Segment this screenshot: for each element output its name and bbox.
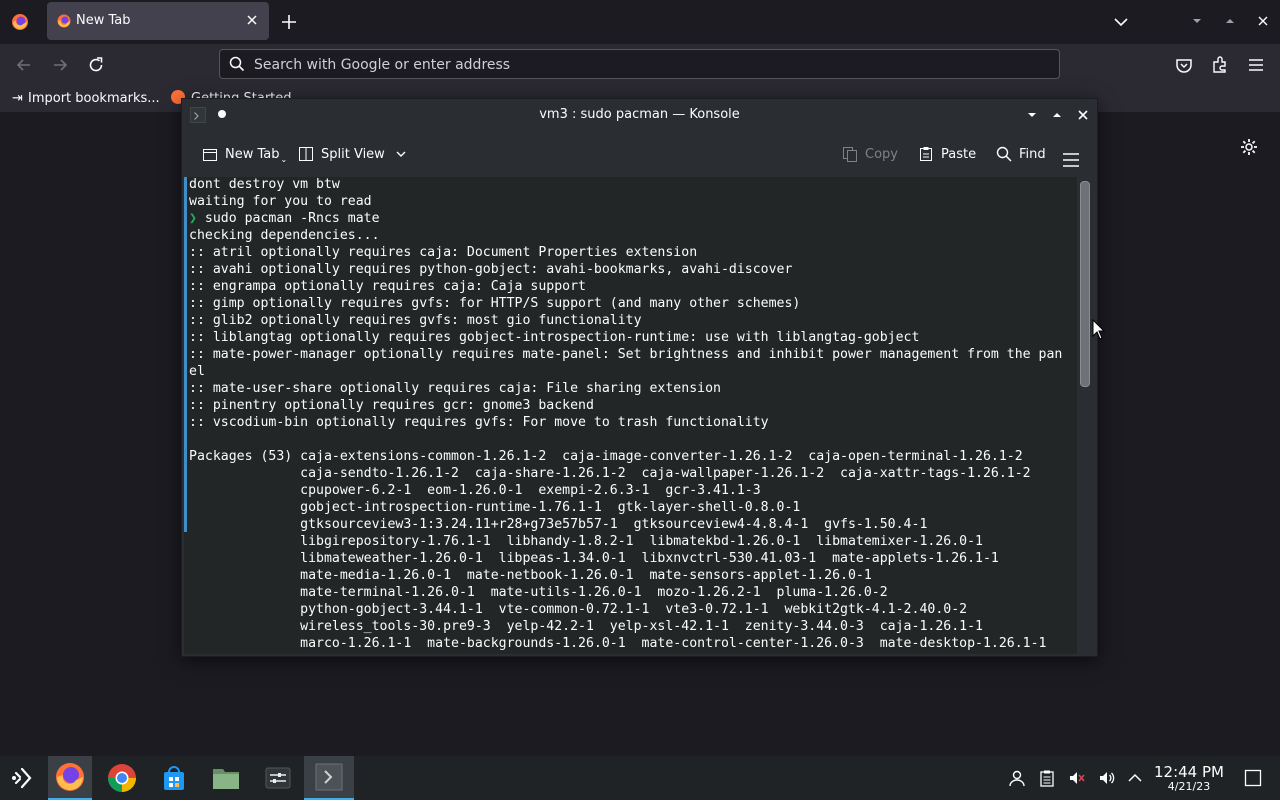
close-window-icon[interactable] — [1256, 14, 1270, 28]
clipboard-icon[interactable] — [1038, 769, 1056, 787]
taskbar-file-manager[interactable] — [204, 756, 248, 800]
clock-date[interactable]: 4/21/23 — [1149, 780, 1229, 793]
copy-label: Copy — [865, 146, 898, 162]
terminal-scrollbar-thumb[interactable] — [1080, 181, 1090, 387]
browser-tab-new-tab[interactable]: New Tab — [47, 2, 269, 40]
forward-arrow-icon[interactable] — [50, 55, 70, 75]
terminal-command: sudo pacman -Rncs mate — [196, 211, 380, 226]
mouse-cursor-icon — [1092, 319, 1106, 340]
application-launcher[interactable] — [0, 756, 44, 800]
chevron-down-icon[interactable] — [1112, 13, 1130, 31]
maximize-icon[interactable] — [1049, 107, 1065, 123]
tab-title: New Tab — [76, 13, 131, 28]
folder-icon — [213, 769, 239, 789]
hamburger-menu-icon[interactable] — [1246, 55, 1266, 75]
show-desktop-icon[interactable] — [1244, 769, 1262, 787]
find-icon — [996, 146, 1012, 162]
volume-icon[interactable] — [1098, 769, 1116, 787]
plus-icon[interactable] — [280, 13, 298, 31]
terminal-selection-marker — [184, 177, 187, 532]
split-view-label: Split View — [321, 146, 385, 162]
url-input[interactable] — [252, 53, 1046, 77]
application-launcher-icon — [12, 767, 32, 789]
reload-icon[interactable] — [86, 55, 106, 75]
taskbar-firefox[interactable] — [48, 756, 92, 800]
dropdown-corner-icon: ⌄ — [280, 154, 288, 164]
konsole-window-title: vm3 : sudo pacman — Konsole — [539, 107, 740, 122]
minimize-icon[interactable] — [1024, 107, 1040, 123]
clock-time[interactable]: 12:44 PM — [1149, 763, 1229, 781]
maximize-window-icon[interactable] — [1223, 14, 1237, 28]
find-button[interactable]: Find — [996, 140, 1046, 168]
split-view-button[interactable]: Split View — [298, 140, 407, 168]
mute-icon[interactable] — [1068, 769, 1086, 787]
taskbar-discover[interactable] — [152, 756, 196, 800]
import-icon: ⇥ — [12, 91, 23, 106]
split-view-icon — [299, 147, 313, 161]
store-icon — [164, 766, 184, 790]
gear-icon[interactable] — [1239, 137, 1259, 157]
taskbar-system-settings[interactable] — [256, 756, 300, 800]
browser-navigation-bar — [0, 44, 1280, 86]
konsole-toolbar: New Tab ⌄ Split View Copy Paste Find — [182, 133, 1097, 175]
search-icon — [229, 56, 245, 72]
taskbar-konsole[interactable] — [304, 756, 354, 800]
settings-icon — [265, 767, 291, 789]
terminal-output[interactable]: dont destroy vm btw waiting for you to r… — [189, 177, 1062, 652]
firefox-icon — [57, 14, 71, 28]
chevron-up-icon[interactable] — [1126, 769, 1144, 787]
copy-icon — [843, 147, 857, 162]
paste-button[interactable]: Paste — [918, 140, 976, 168]
back-arrow-icon[interactable] — [14, 55, 34, 75]
close-icon[interactable] — [1075, 107, 1091, 123]
hamburger-menu-icon[interactable] — [1062, 146, 1080, 174]
chrome-icon — [108, 764, 136, 792]
bookmark-import-label: Import bookmarks... — [28, 91, 160, 106]
chevron-down-icon — [396, 151, 406, 157]
terminal-view[interactable]: dont destroy vm btw waiting for you to r… — [184, 177, 1077, 654]
new-tab-label: New Tab — [225, 146, 280, 162]
firefox-icon[interactable] — [11, 13, 29, 31]
terminal-pre-lines: dont destroy vm btw waiting for you to r… — [189, 177, 372, 209]
konsole-window: vm3 : sudo pacman — Konsole New Tab ⌄ Sp… — [181, 98, 1098, 657]
terminal-scrollbar[interactable] — [1080, 181, 1090, 651]
close-icon[interactable] — [243, 11, 261, 29]
browser-tab-bar: New Tab — [0, 0, 1280, 44]
user-icon[interactable] — [1008, 769, 1026, 787]
prompt-symbol: ❯ — [189, 211, 197, 226]
paste-icon — [920, 147, 932, 161]
extensions-icon[interactable] — [1210, 55, 1230, 75]
copy-button[interactable]: Copy — [842, 140, 898, 168]
pocket-icon[interactable] — [1174, 55, 1194, 75]
firefox-icon — [56, 763, 84, 791]
konsole-title-bar[interactable]: vm3 : sudo pacman — Konsole — [182, 99, 1097, 131]
konsole-icon — [315, 763, 343, 791]
taskbar — [0, 756, 1280, 800]
new-tab-button[interactable]: New Tab ⌄ — [202, 140, 287, 168]
bookmark-import[interactable]: ⇥ Import bookmarks... — [12, 90, 160, 108]
taskbar-chrome[interactable] — [100, 756, 144, 800]
paste-label: Paste — [941, 146, 977, 162]
address-bar[interactable] — [219, 49, 1060, 79]
terminal-command-output: checking dependencies... :: atril option… — [189, 228, 1063, 651]
minimize-window-icon[interactable] — [1190, 14, 1204, 28]
find-label: Find — [1019, 146, 1046, 162]
new-tab-icon — [203, 149, 217, 161]
